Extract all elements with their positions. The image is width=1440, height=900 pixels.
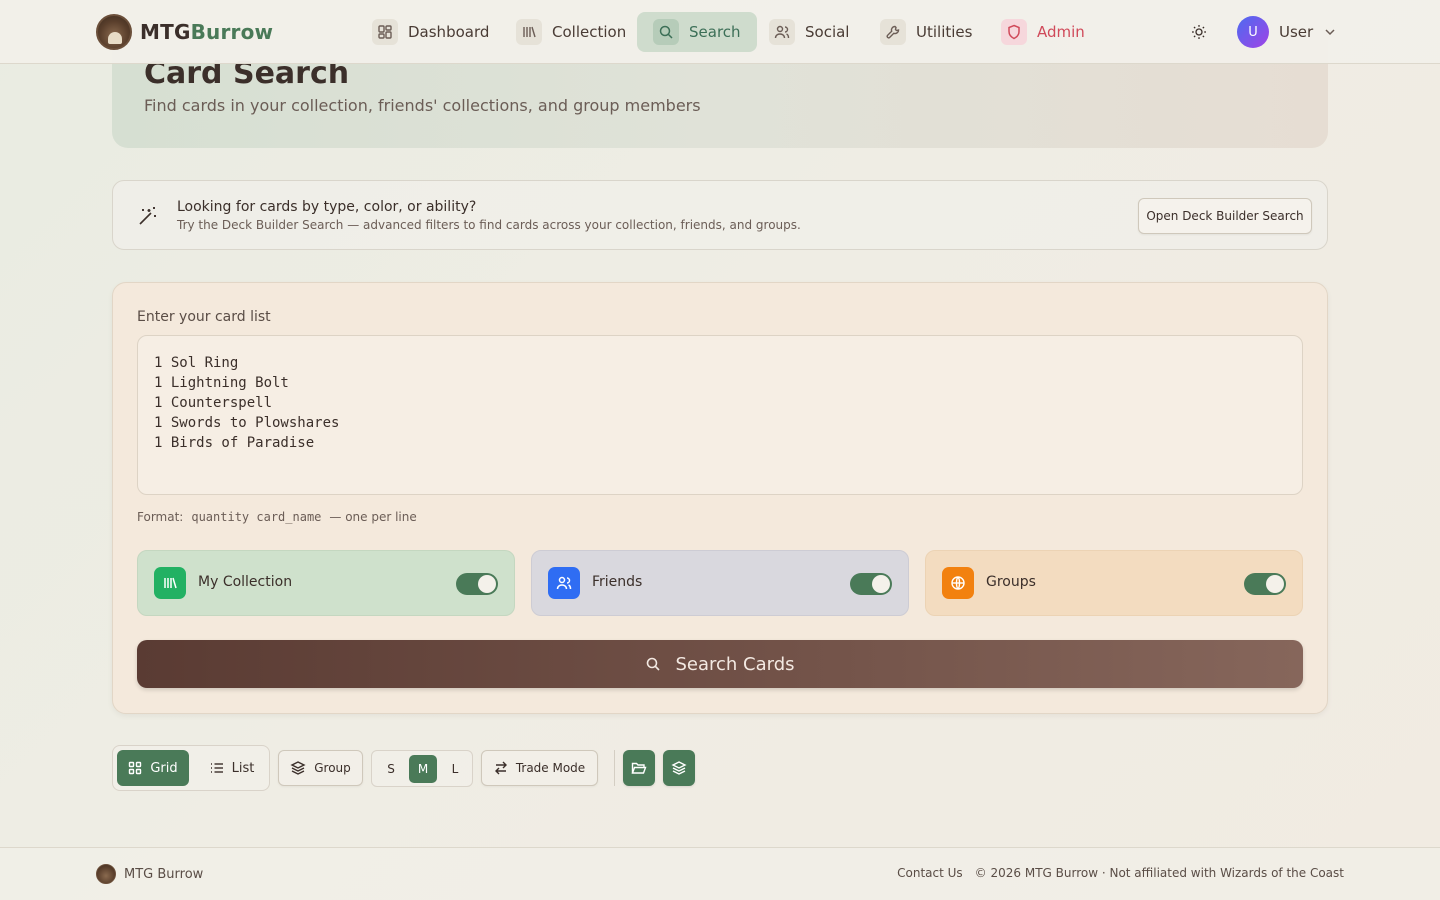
footer: MTG Burrow Contact Us © 2026 MTG Burrow … [0, 847, 1440, 900]
library-icon [516, 19, 542, 45]
footer-logo [96, 864, 116, 884]
wrench-icon [880, 19, 906, 45]
sun-icon [1192, 25, 1206, 39]
brand-link[interactable]: MTGBurrow [96, 14, 273, 50]
nav-dashboard-label: Dashboard [408, 23, 490, 41]
source-label: Groups [986, 574, 1036, 590]
search-icon [647, 657, 661, 671]
list-label: List [231, 760, 255, 776]
brand-name: MTGBurrow [140, 20, 274, 44]
format-prefix: Format: [137, 510, 184, 524]
nav-admin[interactable]: Admin [985, 12, 1101, 52]
tip-title: Looking for cards by type, color, or abi… [177, 199, 477, 215]
nav-admin-label: Admin [1037, 23, 1085, 41]
dashboard-icon [372, 19, 398, 45]
chevron-down-icon [1325, 29, 1335, 36]
stack-button[interactable] [663, 750, 695, 786]
footer-links: Contact Us © 2026 MTG Burrow · Not affil… [897, 866, 1344, 880]
magic-wand-icon [139, 207, 156, 225]
top-navbar: MTGBurrow Dashboard Collection Search So… [0, 0, 1440, 64]
nav-social-label: Social [805, 23, 850, 41]
view-mode-toggle: Grid List [112, 745, 270, 791]
friends-switch[interactable] [850, 573, 892, 595]
size-medium-button[interactable]: M [409, 755, 437, 783]
contact-us-link[interactable]: Contact Us [897, 866, 963, 880]
format-code: quantity card_name [191, 510, 322, 524]
trade-mode-label: Trade Mode [515, 761, 586, 775]
swap-icon [494, 761, 507, 775]
source-toggle-groups[interactable]: Groups [925, 550, 1303, 616]
nav-utilities[interactable]: Utilities [864, 12, 988, 52]
card-search-form: Enter your card list Format: quantity ca… [112, 282, 1328, 714]
nav-collection[interactable]: Collection [500, 12, 642, 52]
copyright-text: © 2026 MTG Burrow · Not affiliated with … [974, 866, 1344, 880]
layers-icon [671, 761, 687, 775]
source-label: My Collection [198, 574, 293, 590]
search-cards-button[interactable]: Search Cards [137, 640, 1303, 688]
search-cards-label: Search Cards [675, 653, 795, 675]
users-icon [548, 567, 580, 599]
folder-open-icon [631, 762, 647, 774]
deck-builder-tip: Looking for cards by type, color, or abi… [112, 180, 1328, 250]
open-deck-builder-search-button[interactable]: Open Deck Builder Search [1138, 198, 1312, 234]
list-icon [210, 763, 223, 773]
user-name: User [1279, 23, 1314, 41]
source-toggle-my-collection[interactable]: My Collection [137, 550, 515, 616]
user-menu[interactable]: U User [1237, 16, 1337, 48]
format-hint: Format: quantity card_name — one per lin… [137, 510, 417, 524]
groups-switch[interactable] [1244, 573, 1286, 595]
trade-mode-button[interactable]: Trade Mode [481, 750, 598, 786]
library-icon [154, 567, 186, 599]
footer-brand-name: MTG Burrow [124, 866, 204, 882]
nav-search-label: Search [689, 23, 741, 41]
tip-description: Try the Deck Builder Search — advanced f… [177, 218, 801, 232]
globe-icon [942, 567, 974, 599]
my-collection-switch[interactable] [456, 573, 498, 595]
card-size-selector: S M L [371, 750, 473, 787]
format-suffix: — one per line [329, 510, 417, 524]
shield-icon [1001, 19, 1027, 45]
nav-search[interactable]: Search [637, 12, 757, 52]
group-button[interactable]: Group [278, 750, 363, 786]
grid-icon [129, 761, 142, 775]
card-list-textarea[interactable] [137, 335, 1303, 495]
layers-icon [290, 761, 306, 775]
nav-collection-label: Collection [552, 23, 627, 41]
source-label: Friends [592, 574, 643, 590]
nav-dashboard[interactable]: Dashboard [356, 12, 505, 52]
group-label: Group [314, 761, 351, 775]
card-list-label: Enter your card list [137, 309, 271, 325]
search-icon [653, 19, 679, 45]
footer-brand: MTG Burrow [96, 864, 203, 884]
list-view-button[interactable]: List [199, 750, 265, 786]
toolbar-divider [614, 750, 615, 786]
grid-view-button[interactable]: Grid [117, 750, 189, 786]
grid-label: Grid [150, 760, 178, 776]
nav-utilities-label: Utilities [916, 23, 973, 41]
page-subtitle: Find cards in your collection, friends' … [144, 96, 701, 115]
avatar: U [1237, 16, 1269, 48]
size-small-button[interactable]: S [377, 755, 405, 783]
brand-logo [96, 14, 132, 50]
users-icon [769, 19, 795, 45]
theme-toggle-button[interactable] [1186, 19, 1212, 45]
nav-social[interactable]: Social [753, 12, 865, 52]
source-toggle-friends[interactable]: Friends [531, 550, 909, 616]
size-large-button[interactable]: L [441, 755, 469, 783]
open-folder-button[interactable] [623, 750, 655, 786]
